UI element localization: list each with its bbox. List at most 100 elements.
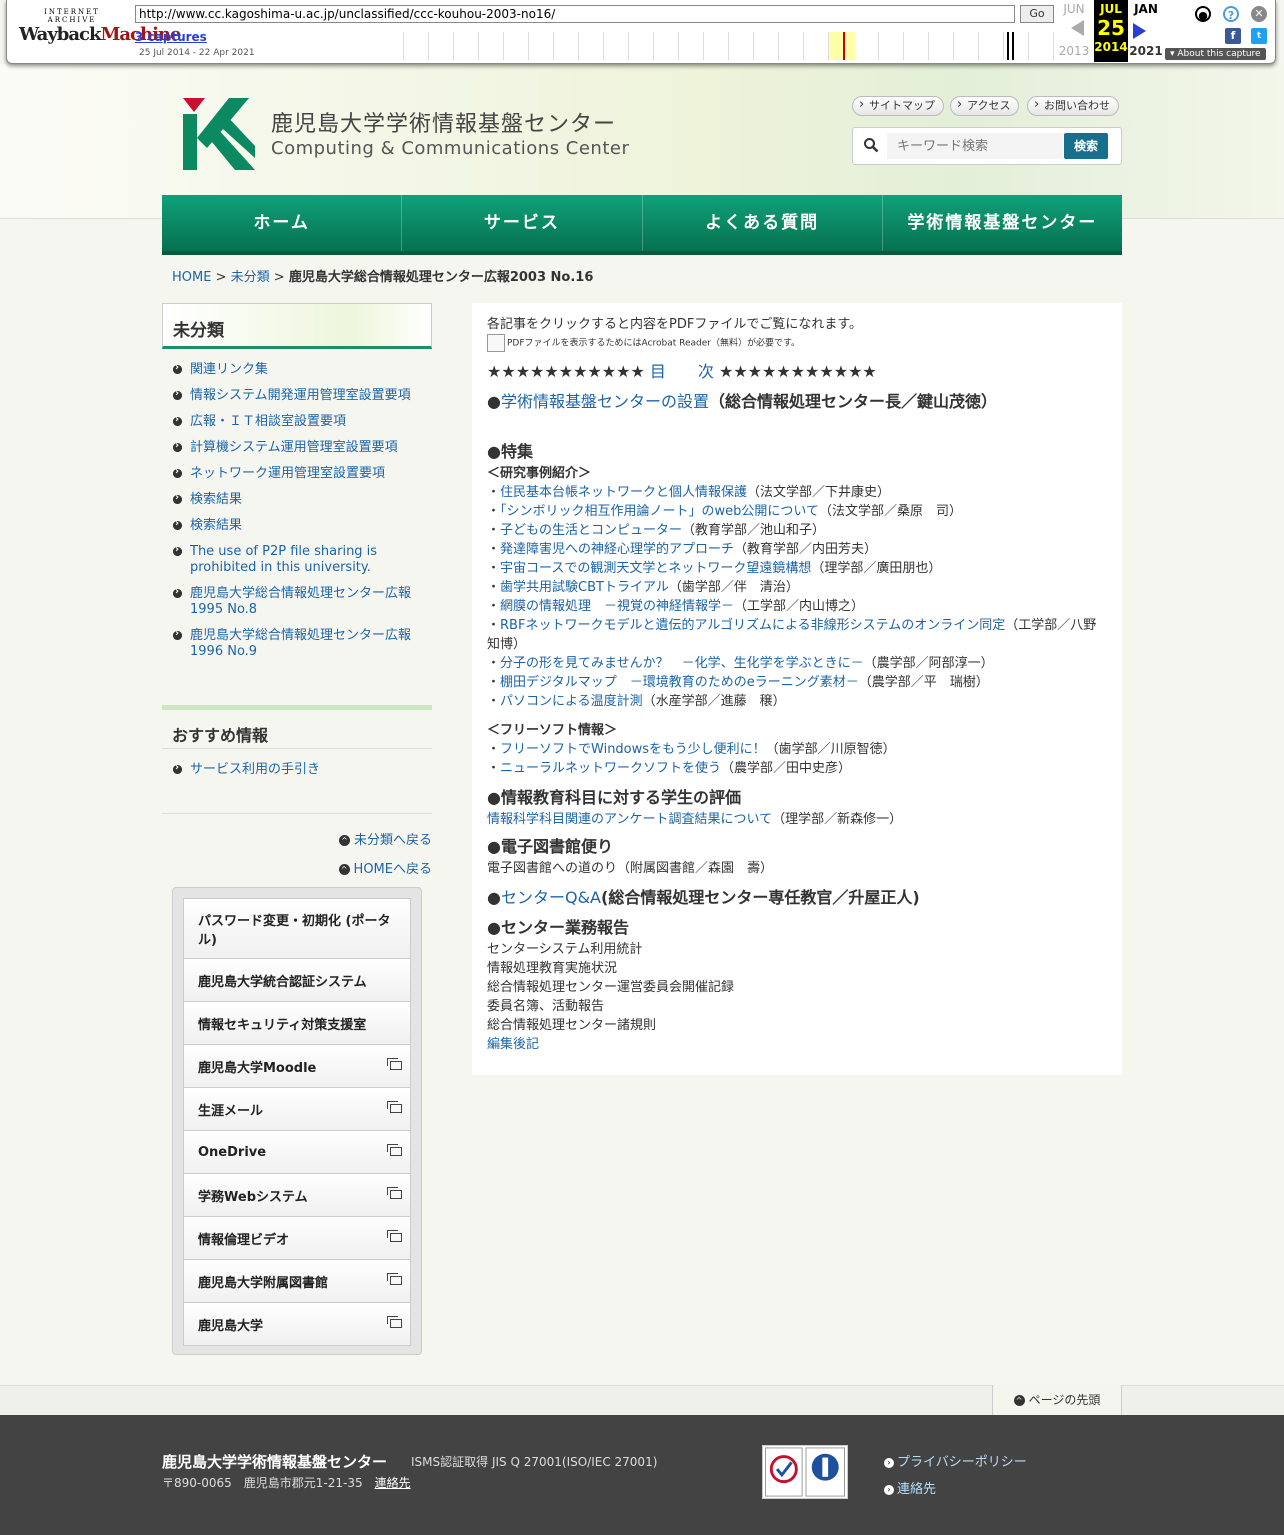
recommended-list: サービス利用の手引き bbox=[162, 749, 432, 783]
category-item[interactable]: 鹿児島大学総合情報処理センター広報1996 No.9 bbox=[162, 623, 432, 665]
footer-contact-link[interactable]: 連絡先 bbox=[375, 1476, 411, 1490]
chevron-up-icon: ^ bbox=[338, 864, 350, 875]
banner-onedrive[interactable]: OneDrive bbox=[183, 1131, 411, 1174]
wayback-next-month[interactable]: JAN bbox=[1129, 2, 1163, 16]
wayback-next-year: 2021 bbox=[1129, 44, 1163, 58]
page-top-button[interactable]: ^ ページの先頭 bbox=[992, 1385, 1122, 1415]
wayback-current-month: JUL bbox=[1100, 2, 1122, 16]
wayback-logo-top: INTERNET ARCHIVE bbox=[44, 8, 100, 24]
logo-mark-icon bbox=[183, 98, 255, 170]
banner-security[interactable]: 情報セキュリティ対策支援室 bbox=[183, 1002, 411, 1045]
qa-link[interactable]: センターQ&A bbox=[501, 888, 601, 907]
chevron-right-icon: › bbox=[884, 1458, 894, 1468]
back-links: ^ 未分類へ戻る ^ HOMEへ戻る bbox=[162, 813, 432, 882]
footer-org-name: 鹿児島大学学術情報基盤センター bbox=[162, 1453, 388, 1471]
category-item[interactable]: The use of P2P file sharing is prohibite… bbox=[162, 539, 432, 581]
report-item: 総合情報処理センター諸規則 bbox=[487, 1018, 657, 1033]
category-item[interactable]: 情報システム開発運用管理室設置要項 bbox=[162, 383, 432, 409]
wayback-captures-link[interactable]: 3 captures bbox=[135, 30, 207, 44]
wayback-current-day: 25 bbox=[1097, 16, 1125, 40]
article-item: ・「シンボリック相互作用論ノート」のweb公開について（法文学部／桑原 司） bbox=[487, 504, 963, 519]
help-icon[interactable]: ? bbox=[1223, 6, 1239, 22]
user-icon[interactable]: ● bbox=[1195, 6, 1211, 22]
wayback-toolbar: INTERNET ARCHIVE WaybackMachine Go 3 cap… bbox=[6, 0, 1276, 64]
wayback-logo-main: WaybackMachine bbox=[19, 24, 181, 45]
external-link-icon bbox=[387, 1101, 402, 1113]
back-to-home-link[interactable]: ^ HOMEへ戻る bbox=[162, 853, 432, 882]
wayback-logo[interactable]: INTERNET ARCHIVE WaybackMachine bbox=[19, 8, 181, 46]
banner-mail[interactable]: 生涯メール bbox=[183, 1088, 411, 1131]
search-input[interactable] bbox=[887, 133, 1063, 159]
wayback-prev-month[interactable]: JUN bbox=[1057, 2, 1091, 16]
external-link-icon bbox=[387, 1230, 402, 1242]
wayback-about-capture[interactable]: ▾ About this capture bbox=[1165, 48, 1266, 60]
prev-arrow-icon[interactable] bbox=[1071, 20, 1084, 36]
banner-password[interactable]: パスワード変更・初期化 (ポータル) bbox=[183, 898, 411, 959]
nav-home[interactable]: ホーム bbox=[162, 195, 403, 251]
category-item[interactable]: 広報・ＩＴ相談室設置要項 bbox=[162, 409, 432, 435]
breadcrumb: HOME > 未分類 > 鹿児島大学総合情報処理センター広報2003 No.16 bbox=[172, 266, 593, 285]
editor-note-link[interactable]: 編集後記 bbox=[487, 1037, 539, 1052]
article-item: ・棚田デジタルマップ －環境教育のためのeラーニング素材－（農学部／平 瑞樹） bbox=[487, 675, 989, 690]
freesoft-item: ・フリーソフトでWindowsをもう少し便利に！（歯学部／川原智徳） bbox=[487, 742, 896, 757]
establishment-link[interactable]: 学術情報基盤センターの設置 bbox=[501, 392, 709, 411]
category-item[interactable]: ネットワーク運用管理室設置要項 bbox=[162, 461, 432, 487]
banner-links: パスワード変更・初期化 (ポータル) 鹿児島大学統合認証システム 情報セキュリテ… bbox=[172, 887, 422, 1355]
article-item: ・子どもの生活とコンピューター（教育学部／池山和子） bbox=[487, 523, 826, 538]
banner-moodle[interactable]: 鹿児島大学Moodle bbox=[183, 1045, 411, 1088]
recommended-item[interactable]: サービス利用の手引き bbox=[162, 757, 432, 783]
category-item[interactable]: 計算機システム運用管理室設置要項 bbox=[162, 435, 432, 461]
section-establishment: ●学術情報基盤センターの設置（総合情報処理センター長／鍵山茂徳） bbox=[487, 392, 997, 411]
search-button[interactable]: 検索 bbox=[1064, 133, 1108, 159]
banner-auth[interactable]: 鹿児島大学統合認証システム bbox=[183, 959, 411, 1002]
nav-center[interactable]: 学術情報基盤センター bbox=[883, 195, 1122, 251]
nav-faq[interactable]: よくある質問 bbox=[643, 195, 883, 251]
section-qa: ●センターQ&A(総合情報処理センター専任教官／升屋正人) bbox=[487, 888, 920, 907]
privacy-link[interactable]: › プライバシーポリシー bbox=[884, 1451, 1027, 1470]
twitter-icon[interactable]: t bbox=[1251, 28, 1267, 44]
wayback-current-date: JUL 25 2014 bbox=[1094, 0, 1128, 62]
toc-link[interactable]: 目 次 bbox=[650, 362, 714, 381]
library-text: 電子図書館への道のり（附属図書館／森園 壽） bbox=[487, 861, 774, 876]
nav-services[interactable]: サービス bbox=[402, 195, 643, 251]
breadcrumb-current: 鹿児島大学総合情報処理センター広報2003 No.16 bbox=[288, 270, 594, 285]
banner-ethics-video[interactable]: 情報倫理ビデオ bbox=[183, 1217, 411, 1260]
sitemap-link[interactable]: サイトマップ bbox=[852, 96, 944, 116]
breadcrumb-home[interactable]: HOME bbox=[172, 270, 211, 285]
article-item: ・RBFネットワークモデルと遺伝的アルゴリズムによる非線形システムのオンライン同… bbox=[487, 618, 1097, 652]
section-library-title: ●電子図書館便り bbox=[487, 837, 613, 856]
category-item[interactable]: 検索結果 bbox=[162, 487, 432, 513]
article-item: ・宇宙コースでの観測天文学とネットワーク望遠鏡構想（理学部／廣田朋也） bbox=[487, 561, 942, 576]
acrobat-icon[interactable] bbox=[487, 334, 505, 352]
evaluation-item: 情報科学科目関連のアンケート調査結果について（理学部／新森修一） bbox=[487, 812, 903, 827]
article-list: ・住民基本台帳ネットワークと個人情報保護（法文学部／下井康史） ・「シンボリック… bbox=[487, 483, 1107, 711]
close-icon[interactable]: ✕ bbox=[1251, 6, 1267, 22]
toc-heading: ★★★★★★★★★★★ 目 次 ★★★★★★★★★★★ bbox=[487, 362, 877, 381]
wayback-current-year: 2014 bbox=[1094, 40, 1128, 54]
footer-contact-link[interactable]: › 連絡先 bbox=[884, 1478, 1027, 1497]
wayback-go-button[interactable]: Go bbox=[1020, 5, 1054, 23]
back-to-category-link[interactable]: ^ 未分類へ戻る bbox=[162, 824, 432, 853]
wayback-sparkline[interactable] bbox=[379, 32, 1055, 60]
freesoft-item: ・ニューラルネットワークソフトを使う（農学部／田中史彦） bbox=[487, 761, 852, 776]
article-item: ・住民基本台帳ネットワークと個人情報保護（法文学部／下井康史） bbox=[487, 485, 891, 500]
banner-library[interactable]: 鹿児島大学附属図書館 bbox=[183, 1260, 411, 1303]
breadcrumb-sep: > bbox=[273, 270, 285, 285]
intro-text: 各記事をクリックすると内容をPDFファイルでご覧になれます。 bbox=[487, 317, 863, 332]
category-item[interactable]: 鹿児島大学総合情報処理センター広報1995 No.8 bbox=[162, 581, 432, 623]
wayback-url-input[interactable] bbox=[135, 5, 1015, 23]
facebook-icon[interactable]: f bbox=[1225, 28, 1241, 44]
category-item[interactable]: 検索結果 bbox=[162, 513, 432, 539]
site-title-ja: 鹿児島大学学術情報基盤センター bbox=[271, 112, 617, 137]
contact-link[interactable]: お問い合わせ bbox=[1027, 96, 1119, 116]
category-item[interactable]: 関連リンク集 bbox=[162, 357, 432, 383]
breadcrumb-category[interactable]: 未分類 bbox=[231, 270, 270, 285]
external-link-icon bbox=[387, 1144, 402, 1156]
article-item: ・歯学共用試験CBTトライアル（歯学部／伴 清治） bbox=[487, 580, 799, 595]
banner-gakumu[interactable]: 学務Webシステム bbox=[183, 1174, 411, 1217]
banner-university[interactable]: 鹿児島大学 bbox=[183, 1303, 411, 1346]
footer-links: › プライバシーポリシー › 連絡先 bbox=[884, 1451, 1027, 1505]
next-arrow-icon[interactable] bbox=[1133, 23, 1146, 39]
search-icon bbox=[864, 138, 879, 153]
access-link[interactable]: アクセス bbox=[950, 96, 1020, 116]
